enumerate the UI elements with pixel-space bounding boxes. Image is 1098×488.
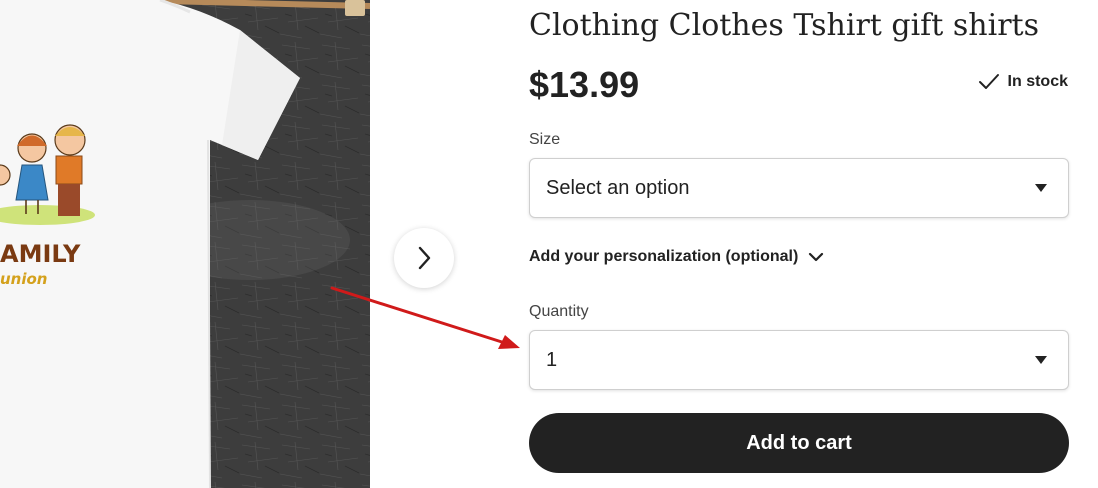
- chevron-down-icon: [809, 252, 824, 262]
- next-image-button[interactable]: [394, 228, 454, 288]
- stock-status-label: In stock: [1007, 73, 1068, 90]
- chevron-right-icon: [418, 246, 431, 270]
- product-image: AMILY union: [0, 0, 370, 488]
- size-select-value: Select an option: [546, 176, 690, 199]
- quantity-select[interactable]: 1: [529, 330, 1069, 390]
- quantity-select-value: 1: [546, 348, 558, 371]
- size-label: Size: [529, 131, 561, 148]
- caret-down-icon: [1035, 356, 1047, 364]
- personalization-toggle[interactable]: Add your personalization (optional): [529, 248, 824, 266]
- caret-down-icon: [1035, 184, 1047, 192]
- check-icon: [978, 74, 999, 89]
- personalization-label: Add your personalization (optional): [529, 248, 799, 265]
- shirt-print-subtitle: union: [0, 270, 48, 288]
- product-price: $13.99: [529, 64, 640, 105]
- product-title: Clothing Clothes Tshirt gift shirts: [529, 8, 1039, 43]
- size-select[interactable]: Select an option: [529, 158, 1069, 218]
- shirt-print-title: AMILY: [0, 240, 81, 268]
- add-to-cart-button[interactable]: Add to cart: [529, 413, 1069, 473]
- quantity-label: Quantity: [529, 303, 589, 320]
- stock-status: In stock: [978, 73, 1068, 91]
